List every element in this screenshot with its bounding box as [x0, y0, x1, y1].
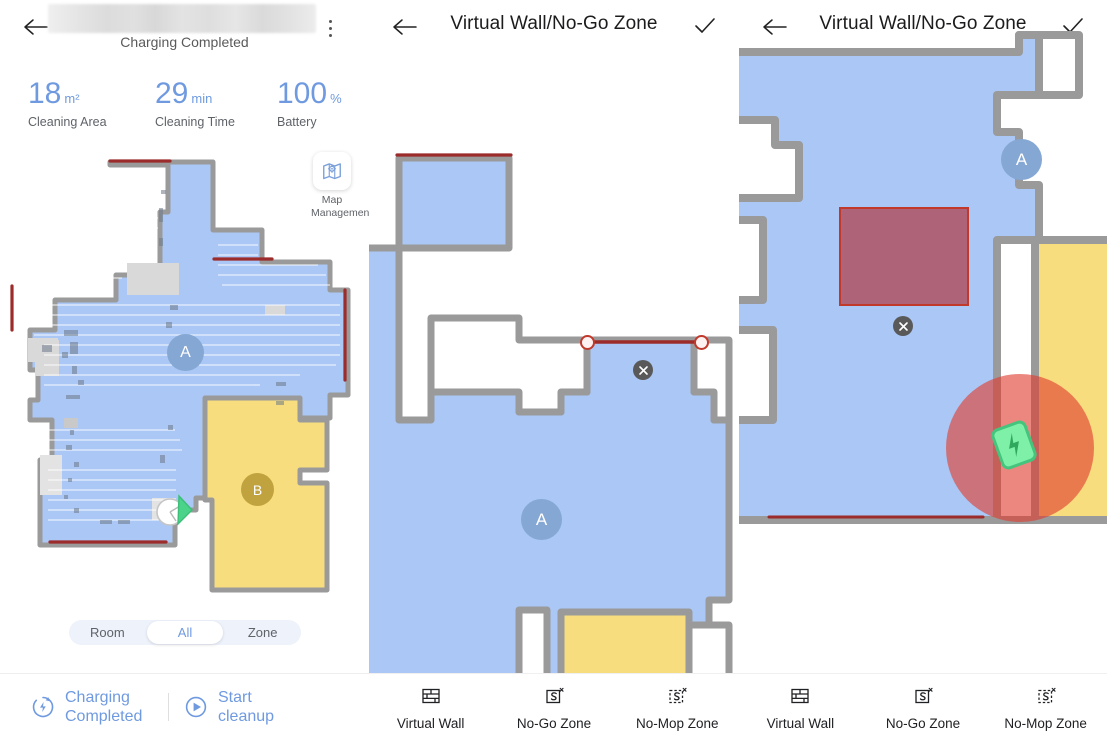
start-cleanup-button[interactable]: Start cleanup	[183, 688, 293, 726]
room-tag-a[interactable]: A	[1001, 139, 1042, 180]
charging-status-button[interactable]: Charging Completed	[30, 688, 150, 726]
panel3-toolbar: Virtual Wall No-Go Zone No-Mop Zone	[739, 673, 1107, 739]
tool-virtual-wall[interactable]: Virtual Wall	[746, 683, 854, 731]
panel-no-go-zone-editor: Virtual Wall/No-Go Zone A Virtual Wall N…	[739, 0, 1107, 739]
panel-robot-status: Charging Completed 18 m² Cleaning Area 29…	[0, 0, 369, 739]
room-tag-label: A	[535, 509, 548, 529]
tool-no-mop-zone[interactable]: No-Mop Zone	[623, 683, 731, 731]
panel3-map[interactable]: 1.2m × 0.9m A	[739, 0, 1107, 739]
panel2-toolbar: Virtual Wall No-Go Zone No-Mop Zone	[369, 673, 739, 739]
tool-label: No-Mop Zone	[636, 715, 719, 731]
tool-virtual-wall[interactable]: Virtual Wall	[377, 683, 485, 731]
room-tag-a[interactable]: A	[167, 334, 204, 371]
charging-status-label: Charging Completed	[65, 688, 143, 725]
start-cleanup-label: Start cleanup	[218, 688, 275, 725]
clean-mode-segmented-control[interactable]: Room All Zone	[69, 620, 301, 645]
tool-label: No-Mop Zone	[1004, 715, 1087, 731]
map-management-label: Map Management	[311, 194, 369, 219]
room-tag-b[interactable]: B	[241, 473, 274, 506]
no-go-zone-icon	[543, 683, 565, 709]
room-tag-label: B	[252, 481, 263, 498]
action-divider	[168, 692, 169, 721]
segment-room[interactable]: Room	[69, 620, 146, 645]
tool-label: No-Go Zone	[516, 715, 592, 731]
tool-label: Virtual Wall	[396, 715, 465, 731]
virtual-wall-icon	[789, 683, 811, 709]
panel1-action-bar: Charging Completed Start cleanup	[0, 673, 369, 739]
no-go-zone-delete-button[interactable]	[893, 316, 913, 336]
room-tag-label: A	[1015, 149, 1028, 169]
panel-virtual-wall-editor: Virtual Wall/No-Go Zone A Virtual Wall N…	[369, 0, 739, 739]
tool-label: No-Go Zone	[885, 715, 961, 731]
app-screen: Charging Completed 18 m² Cleaning Area 29…	[0, 0, 1107, 739]
no-mop-zone-icon	[666, 683, 688, 709]
charging-icon	[30, 694, 56, 720]
virtual-wall-icon	[420, 683, 442, 709]
room-tag-label: A	[180, 343, 191, 361]
no-mop-zone-icon	[1035, 683, 1057, 709]
segment-all[interactable]: All	[146, 621, 224, 644]
virtual-wall-handle-start[interactable]	[580, 335, 595, 350]
map-management-button[interactable]: Map Management	[311, 152, 369, 219]
virtual-wall-delete-button[interactable]	[633, 360, 653, 380]
tool-no-go-zone[interactable]: No-Go Zone	[869, 683, 977, 731]
virtual-wall-handle-end[interactable]	[694, 335, 709, 350]
panel2-map[interactable]: 1.1m A	[369, 0, 739, 739]
tool-no-mop-zone[interactable]: No-Mop Zone	[992, 683, 1100, 731]
play-icon	[183, 694, 209, 720]
tool-no-go-zone[interactable]: No-Go Zone	[500, 683, 608, 731]
room-tag-a[interactable]: A	[521, 499, 562, 540]
segment-zone[interactable]: Zone	[224, 620, 301, 645]
map-settings-icon	[313, 152, 351, 190]
tool-label: Virtual Wall	[766, 715, 835, 731]
no-go-zone-icon	[912, 683, 934, 709]
